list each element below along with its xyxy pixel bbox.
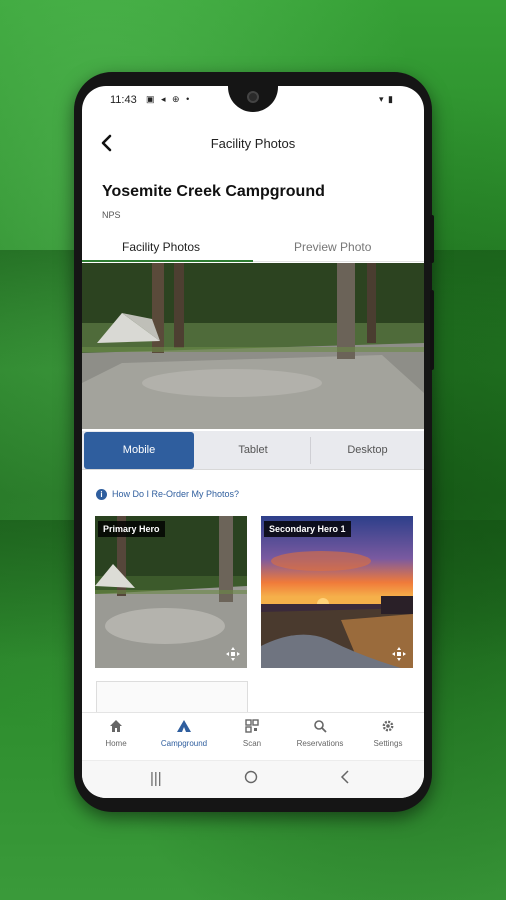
volume-button (430, 215, 434, 263)
power-button (430, 290, 434, 370)
nav-label: Campground (160, 739, 208, 748)
search-icon (286, 719, 354, 737)
hero-photo-preview (82, 263, 424, 429)
desktop-toggle-button[interactable]: Desktop (311, 431, 424, 470)
home-circle-icon[interactable] (244, 770, 258, 788)
recent-apps-icon[interactable]: ||| (150, 770, 162, 787)
info-icon: i (96, 489, 107, 501)
bottom-navigation: Home Campground Scan Reservations Settin… (82, 712, 424, 760)
app-screen: 11:43 ▣ ◂ ⊕ • ▾ ▮ Facility Photos Yosemi… (82, 86, 424, 798)
tablet-toggle-button[interactable]: Tablet (196, 431, 310, 470)
nav-label: Reservations (296, 739, 344, 748)
nav-scan[interactable]: Scan (218, 719, 286, 748)
status-time: 11:43 (110, 94, 137, 106)
device-size-toggle: Mobile Tablet Desktop (82, 431, 424, 470)
photo-card-label: Primary Hero (98, 521, 165, 537)
system-back-icon[interactable] (340, 770, 350, 788)
tent-icon (150, 719, 218, 737)
page-title: Facility Photos (210, 136, 296, 151)
qr-icon (218, 719, 286, 737)
photo-card-label: Secondary Hero 1 (264, 521, 351, 537)
campground-name: Yosemite Creek Campground (102, 183, 325, 200)
tab-bar: Facility Photos Preview Photo (82, 236, 424, 262)
drag-move-icon[interactable] (225, 646, 241, 662)
active-tab-indicator (82, 260, 253, 262)
nav-reservations[interactable]: Reservations (286, 719, 354, 748)
photo-card-primary[interactable]: Primary Hero (95, 516, 247, 668)
help-link-text: How Do I Re-Order My Photos? (112, 489, 240, 499)
drag-move-icon[interactable] (391, 646, 407, 662)
home-icon (82, 719, 150, 737)
gear-icon (354, 719, 422, 737)
reorder-help-link[interactable]: i How Do I Re-Order My Photos? (96, 489, 240, 501)
nav-campground[interactable]: Campground (150, 719, 218, 748)
status-icons-left: ▣ ◂ ⊕ • (146, 94, 192, 104)
status-icons-right: ▾ ▮ (379, 94, 394, 104)
front-camera (247, 91, 259, 103)
tab-preview-photo[interactable]: Preview Photo (294, 240, 371, 254)
mobile-toggle-button[interactable]: Mobile (84, 432, 194, 469)
nav-label: Home (105, 739, 127, 748)
nav-settings[interactable]: Settings (354, 719, 422, 748)
app-header: Facility Photos (82, 126, 424, 162)
tab-facility-photos[interactable]: Facility Photos (122, 240, 200, 254)
nav-home[interactable]: Home (82, 719, 150, 748)
system-navigation-bar: ||| (82, 760, 424, 798)
photo-card-secondary[interactable]: Secondary Hero 1 (261, 516, 413, 668)
campground-agency: NPS (102, 210, 121, 220)
tab-divider (253, 261, 424, 262)
nav-label: Scan (242, 739, 262, 748)
nav-label: Settings (373, 739, 403, 748)
